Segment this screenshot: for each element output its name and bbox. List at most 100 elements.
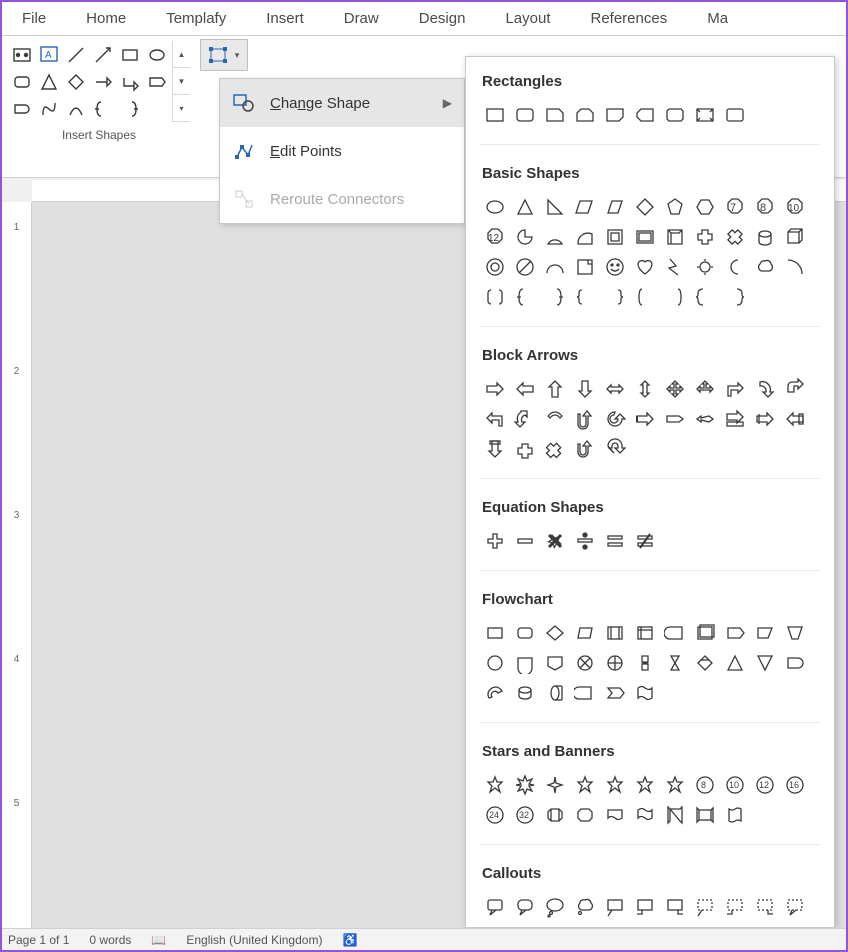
shape-option[interactable] bbox=[540, 648, 570, 678]
shape-gallery[interactable]: A bbox=[8, 41, 170, 122]
shape-option[interactable] bbox=[690, 618, 720, 648]
shape-option[interactable]: 10 bbox=[780, 192, 810, 222]
shape-option[interactable] bbox=[660, 252, 690, 282]
shape-option[interactable] bbox=[660, 648, 690, 678]
shape-option[interactable] bbox=[510, 100, 540, 130]
shape-option[interactable] bbox=[660, 374, 690, 404]
shape-option[interactable] bbox=[510, 770, 540, 800]
shape-option[interactable] bbox=[540, 374, 570, 404]
shape-option[interactable] bbox=[690, 252, 720, 282]
shape-option[interactable] bbox=[600, 404, 630, 434]
menu-change-shape[interactable]: Change Shape ▶ bbox=[220, 79, 464, 127]
shape-option[interactable] bbox=[480, 282, 510, 312]
shape-option[interactable] bbox=[720, 800, 750, 830]
tab-templafy[interactable]: Templafy bbox=[146, 2, 246, 35]
shape-option[interactable] bbox=[480, 374, 510, 404]
shape-option[interactable] bbox=[480, 892, 510, 922]
shape-option[interactable] bbox=[570, 526, 600, 556]
shape-option[interactable] bbox=[750, 892, 780, 922]
shape-option[interactable]: 32 bbox=[510, 800, 540, 830]
gallery-down-icon[interactable]: ▼ bbox=[173, 68, 190, 95]
shape-option[interactable]: 16 bbox=[780, 770, 810, 800]
shape-option[interactable] bbox=[540, 404, 570, 434]
shape-option[interactable] bbox=[750, 404, 780, 434]
shape-option[interactable] bbox=[720, 100, 750, 130]
shape-option[interactable] bbox=[660, 618, 690, 648]
shape-option[interactable] bbox=[480, 434, 510, 464]
shape-option[interactable] bbox=[780, 374, 810, 404]
shape-option[interactable] bbox=[570, 282, 600, 312]
shape-option[interactable] bbox=[570, 434, 600, 464]
shape-option[interactable] bbox=[600, 526, 630, 556]
shape-option[interactable] bbox=[600, 222, 630, 252]
tab-file[interactable]: File bbox=[2, 2, 66, 35]
shape-option[interactable] bbox=[750, 252, 780, 282]
shape-option[interactable] bbox=[660, 770, 690, 800]
shape-option[interactable] bbox=[630, 252, 660, 282]
shape-option[interactable] bbox=[660, 282, 690, 312]
shape-option[interactable] bbox=[570, 192, 600, 222]
shape-option[interactable] bbox=[690, 282, 720, 312]
shape-option[interactable] bbox=[630, 192, 660, 222]
shape-option[interactable] bbox=[660, 100, 690, 130]
shape-option[interactable] bbox=[570, 678, 600, 708]
shape-option[interactable] bbox=[630, 374, 660, 404]
shape-option[interactable] bbox=[480, 648, 510, 678]
status-proofing-icon[interactable]: 📖 bbox=[151, 933, 166, 947]
shape-option[interactable] bbox=[690, 192, 720, 222]
shape-option[interactable] bbox=[600, 374, 630, 404]
shape-option[interactable] bbox=[570, 800, 600, 830]
shape-option[interactable]: 8 bbox=[750, 192, 780, 222]
menu-edit-points[interactable]: Edit Points bbox=[220, 127, 464, 175]
shape-option[interactable] bbox=[540, 434, 570, 464]
shape-option[interactable] bbox=[690, 374, 720, 404]
shape-option[interactable] bbox=[720, 222, 750, 252]
shape-option[interactable] bbox=[510, 434, 540, 464]
shape-option[interactable] bbox=[600, 770, 630, 800]
status-language[interactable]: English (United Kingdom) bbox=[186, 933, 322, 947]
shape-option[interactable] bbox=[600, 618, 630, 648]
shape-option[interactable] bbox=[690, 892, 720, 922]
status-accessibility-icon[interactable]: ♿ bbox=[342, 933, 357, 947]
shape-option[interactable] bbox=[540, 678, 570, 708]
shape-option[interactable] bbox=[480, 770, 510, 800]
shape-option[interactable] bbox=[660, 192, 690, 222]
shape-option[interactable] bbox=[540, 892, 570, 922]
shape-option[interactable] bbox=[690, 222, 720, 252]
shape-option[interactable] bbox=[660, 800, 690, 830]
tab-mailings-cut[interactable]: Ma bbox=[687, 2, 748, 35]
shape-option[interactable]: 12 bbox=[750, 770, 780, 800]
shape-option[interactable] bbox=[570, 252, 600, 282]
shape-option[interactable] bbox=[720, 374, 750, 404]
shape-option[interactable] bbox=[600, 252, 630, 282]
shape-option[interactable] bbox=[510, 648, 540, 678]
shape-option[interactable] bbox=[630, 678, 660, 708]
shape-option[interactable] bbox=[630, 526, 660, 556]
shape-option[interactable] bbox=[570, 100, 600, 130]
shape-option[interactable] bbox=[660, 404, 690, 434]
shape-option[interactable] bbox=[510, 892, 540, 922]
status-words[interactable]: 0 words bbox=[89, 933, 131, 947]
shape-option[interactable] bbox=[720, 618, 750, 648]
shape-option[interactable] bbox=[720, 404, 750, 434]
shape-option[interactable] bbox=[780, 252, 810, 282]
tab-layout[interactable]: Layout bbox=[485, 2, 570, 35]
shape-option[interactable] bbox=[630, 222, 660, 252]
shape-option[interactable] bbox=[510, 678, 540, 708]
shape-option[interactable] bbox=[780, 648, 810, 678]
shape-option[interactable] bbox=[630, 404, 660, 434]
shape-option[interactable] bbox=[480, 526, 510, 556]
shape-option[interactable] bbox=[540, 252, 570, 282]
shape-option[interactable] bbox=[600, 434, 630, 464]
shape-option[interactable] bbox=[510, 282, 540, 312]
shape-option[interactable] bbox=[600, 648, 630, 678]
shape-option[interactable] bbox=[570, 648, 600, 678]
shape-option[interactable] bbox=[630, 618, 660, 648]
shape-option[interactable] bbox=[570, 892, 600, 922]
shape-option[interactable] bbox=[720, 648, 750, 678]
shape-option[interactable] bbox=[780, 222, 810, 252]
shape-option[interactable] bbox=[600, 192, 630, 222]
shape-option[interactable] bbox=[540, 100, 570, 130]
shape-option[interactable] bbox=[660, 222, 690, 252]
status-page[interactable]: Page 1 of 1 bbox=[8, 933, 69, 947]
